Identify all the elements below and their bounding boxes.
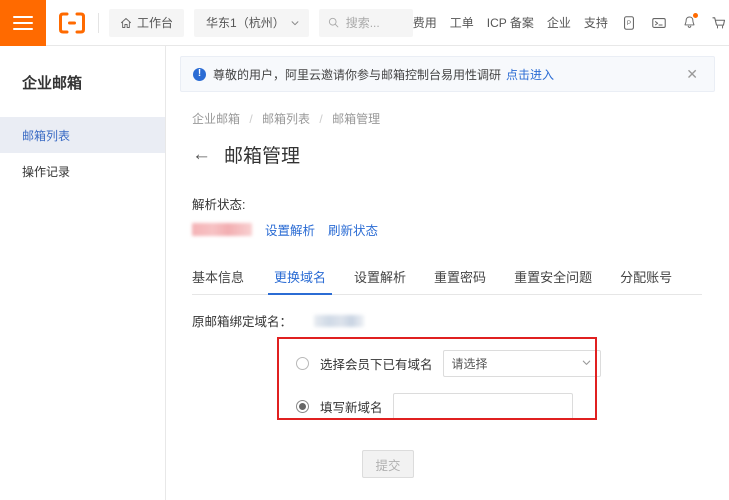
existing-domain-select[interactable]: 请选择 <box>443 350 601 377</box>
search-input[interactable]: 搜索... <box>319 9 413 37</box>
hamburger-menu-icon[interactable] <box>0 0 46 46</box>
tab-basic-info[interactable]: 基本信息 <box>192 259 260 294</box>
submit-button-label: 提交 <box>375 455 400 474</box>
new-domain-input[interactable] <box>393 393 573 420</box>
back-arrow-icon[interactable]: ← <box>192 145 211 164</box>
header-right-group: 费用 工单 ICP 备案 企业 支持 P <box>413 0 729 46</box>
shopping-cart-icon[interactable] <box>711 14 728 31</box>
radio-new-domain[interactable] <box>296 400 309 413</box>
existing-domain-select-value: 请选择 <box>452 355 488 372</box>
hamburger-bar <box>13 16 33 18</box>
breadcrumb-item-2: 邮箱管理 <box>332 112 380 126</box>
top-header: 工作台 华东1（杭州） 搜索... 费用 工单 ICP 备案 企业 支持 P <box>0 0 729 46</box>
search-placeholder: 搜索... <box>346 14 380 31</box>
sidebar-item-operation-log[interactable]: 操作记录 <box>0 153 165 189</box>
domain-option-radio-group: 选择会员下已有域名 请选择 填写新域名 <box>296 350 729 420</box>
bound-domain-label: 原邮箱绑定域名： <box>192 311 292 330</box>
resolution-status-row: 设置解析 刷新状态 <box>192 220 729 239</box>
tab-label: 分配账号 <box>620 267 672 286</box>
shopping-cart-icon-glyph <box>711 15 727 31</box>
radio-new-domain-label[interactable]: 填写新域名 <box>320 397 383 416</box>
main-content: ! 尊敬的用户，阿里云邀请你参与邮箱控制台易用性调研 点击进入 ✕ 企业邮箱 /… <box>166 46 729 500</box>
breadcrumb-item-1[interactable]: 邮箱列表 <box>262 112 310 126</box>
tab-assign-account[interactable]: 分配账号 <box>606 259 686 294</box>
option-new-domain-row: 填写新域名 <box>296 393 729 420</box>
tab-label: 重置安全问题 <box>514 267 592 286</box>
header-divider <box>98 13 99 33</box>
hamburger-bar <box>13 22 33 24</box>
tab-set-resolution[interactable]: 设置解析 <box>340 259 420 294</box>
alibaba-cloud-logo-icon <box>59 12 85 34</box>
header-link-enterprise[interactable]: 企业 <box>547 14 571 31</box>
option-existing-domain-row: 选择会员下已有域名 请选择 <box>296 350 729 377</box>
bound-domain-value-redacted <box>314 315 364 327</box>
page-title: 邮箱管理 <box>224 141 300 168</box>
sidebar-item-label: 邮箱列表 <box>22 127 70 144</box>
radio-existing-domain-label[interactable]: 选择会员下已有域名 <box>320 354 433 373</box>
tab-bar: 基本信息 更换域名 设置解析 重置密码 重置安全问题 分配账号 <box>192 259 702 295</box>
mobile-app-icon-glyph: P <box>621 15 637 31</box>
console-terminal-icon[interactable] <box>651 14 668 31</box>
chevron-down-icon <box>290 18 300 28</box>
breadcrumb-separator: / <box>249 112 252 126</box>
resolution-status-block: 解析状态: 设置解析 刷新状态 <box>192 194 729 239</box>
resolution-status-label: 解析状态: <box>192 194 729 213</box>
info-icon: ! <box>193 68 206 81</box>
page-title-row: ← 邮箱管理 <box>192 141 729 168</box>
resolution-status-value-redacted <box>192 223 252 236</box>
workbench-label: 工作台 <box>137 14 173 31</box>
mobile-app-icon[interactable]: P <box>621 14 638 31</box>
close-icon[interactable]: ✕ <box>682 65 702 83</box>
breadcrumb-item-0[interactable]: 企业邮箱 <box>192 112 240 126</box>
change-domain-form: 原邮箱绑定域名： 选择会员下已有域名 请选择 填写新域名 <box>166 311 729 500</box>
header-link-billing[interactable]: 费用 <box>413 14 437 31</box>
sidebar-title: 企业邮箱 <box>0 46 165 117</box>
notice-link[interactable]: 点击进入 <box>506 66 554 83</box>
notice-banner: ! 尊敬的用户，阿里云邀请你参与邮箱控制台易用性调研 点击进入 ✕ <box>180 56 715 92</box>
header-link-support[interactable]: 支持 <box>584 14 608 31</box>
region-label: 华东1（杭州） <box>206 14 285 31</box>
sidebar-item-label: 操作记录 <box>22 163 70 180</box>
console-terminal-icon-glyph <box>651 15 667 31</box>
workbench-button[interactable]: 工作台 <box>109 9 184 37</box>
breadcrumb-separator: / <box>319 112 322 126</box>
tab-reset-password[interactable]: 重置密码 <box>420 259 500 294</box>
sidebar-item-mailbox-list[interactable]: 邮箱列表 <box>0 117 165 153</box>
notice-text: 尊敬的用户，阿里云邀请你参与邮箱控制台易用性调研 <box>213 66 501 83</box>
header-link-icp-filing[interactable]: ICP 备案 <box>487 14 534 31</box>
svg-text:P: P <box>627 20 631 27</box>
radio-existing-domain[interactable] <box>296 357 309 370</box>
chevron-down-icon <box>581 357 592 371</box>
region-selector[interactable]: 华东1（杭州） <box>194 9 309 37</box>
breadcrumb: 企业邮箱 / 邮箱列表 / 邮箱管理 <box>192 110 729 127</box>
tab-label: 重置密码 <box>434 267 486 286</box>
refresh-status-link[interactable]: 刷新状态 <box>328 220 378 239</box>
bound-domain-row: 原邮箱绑定域名： <box>192 311 729 330</box>
sidebar: 企业邮箱 邮箱列表 操作记录 <box>0 46 166 500</box>
header-link-ticket[interactable]: 工单 <box>450 14 474 31</box>
search-icon <box>328 17 339 28</box>
notification-bell-icon[interactable] <box>681 14 698 31</box>
set-resolution-link[interactable]: 设置解析 <box>265 220 315 239</box>
tab-label: 基本信息 <box>192 267 244 286</box>
chevron-down-icon-glyph <box>581 357 592 368</box>
tab-label: 设置解析 <box>354 267 406 286</box>
submit-button[interactable]: 提交 <box>362 450 414 478</box>
tab-change-domain[interactable]: 更换域名 <box>260 259 340 294</box>
tab-reset-security-question[interactable]: 重置安全问题 <box>500 259 606 294</box>
home-icon <box>120 17 132 29</box>
notification-badge-dot <box>693 13 698 18</box>
hamburger-bar <box>13 28 33 30</box>
alibaba-cloud-logo[interactable] <box>46 0 98 46</box>
tab-label: 更换域名 <box>274 267 326 286</box>
